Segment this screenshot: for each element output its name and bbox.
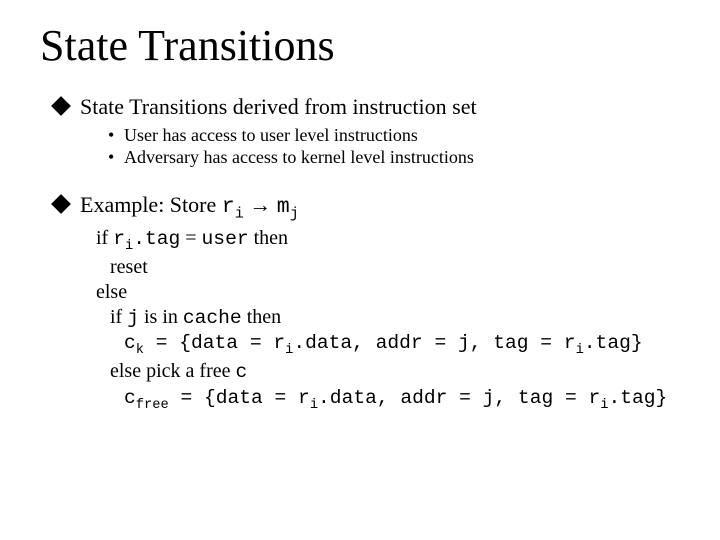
pseudo-line-6: else pick a free c [110, 359, 680, 384]
bullet-1-text: State Transitions derived from instructi… [80, 94, 477, 119]
pseudo-line-4: if j is in cache then [110, 305, 680, 330]
slide-title: State Transitions [40, 20, 680, 71]
bullet-1-sub-1: User has access to user level instructio… [108, 124, 680, 147]
diamond-icon [51, 194, 71, 214]
pseudo-line-3: else [96, 280, 680, 305]
bullet-2: Example: Store ri → mj [54, 191, 680, 224]
code-ri: ri [222, 195, 244, 219]
bullet-1: State Transitions derived from instructi… [54, 93, 680, 122]
pseudo-line-7: cfree = {data = ri.data, addr = j, tag =… [124, 385, 680, 414]
slide: State Transitions State Transitions deri… [0, 0, 720, 540]
bullet-1-sub-2: Adversary has access to kernel level ins… [108, 146, 680, 169]
pseudo-line-2: reset [110, 255, 680, 280]
arrow-icon: → [244, 192, 277, 217]
diamond-icon [51, 96, 71, 116]
spacer [40, 169, 680, 187]
pseudo-line-1: if ri.tag = user then [96, 226, 680, 255]
pseudo-line-5: ck = {data = ri.data, addr = j, tag = ri… [124, 330, 680, 359]
bullet-2-intro: Example: Store [80, 192, 222, 217]
code-mj: mj [277, 195, 299, 219]
